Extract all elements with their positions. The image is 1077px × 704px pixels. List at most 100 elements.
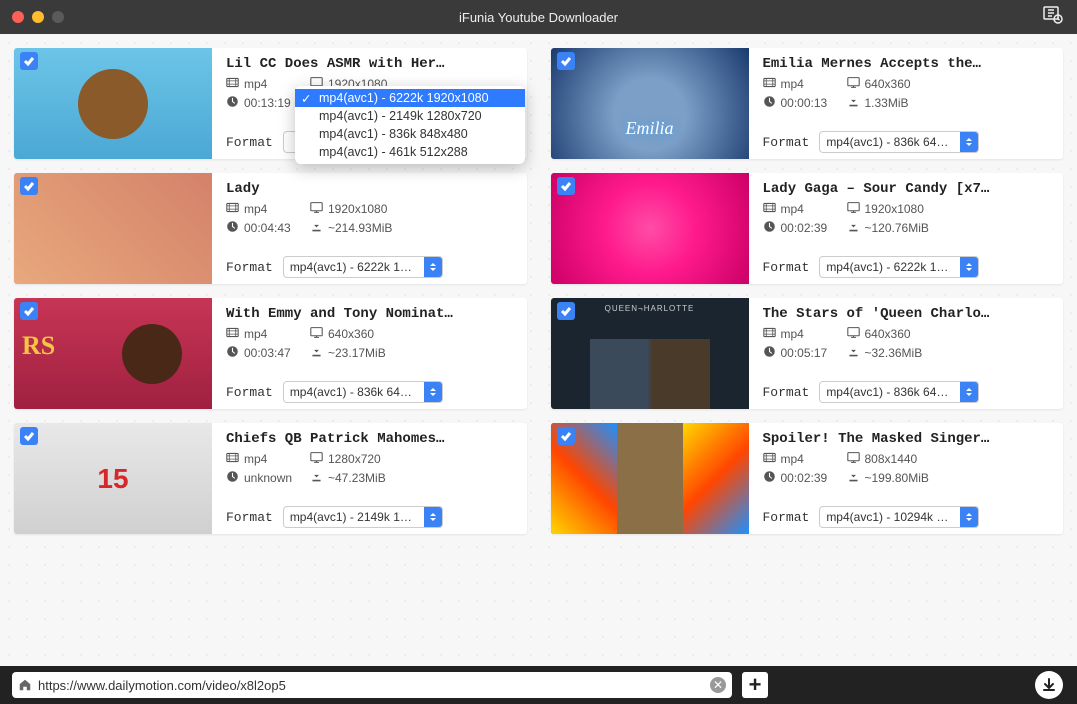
- format-select[interactable]: mp4(avc1) - 6222k 192…: [819, 256, 979, 278]
- format-select[interactable]: mp4(avc1) - 6222k 192…: [283, 256, 443, 278]
- video-title: Lil CC Does ASMR with Her…: [226, 56, 515, 72]
- chevron-updown-icon: [424, 257, 442, 277]
- resolution: 1920x1080: [847, 201, 1052, 217]
- resolution: 640x360: [310, 326, 515, 342]
- maximize-button[interactable]: [52, 11, 64, 23]
- minimize-button[interactable]: [32, 11, 44, 23]
- duration: 00:05:17: [763, 345, 847, 361]
- url-input[interactable]: https://www.dailymotion.com/video/x8l2op…: [12, 672, 732, 698]
- video-card: With Emmy and Tony Nominat…mp4640x36000:…: [14, 298, 527, 409]
- video-thumbnail[interactable]: [14, 48, 212, 159]
- format-dropdown-menu[interactable]: mp4(avc1) - 6222k 1920x1080mp4(avc1) - 2…: [295, 86, 525, 164]
- window-title: iFunia Youtube Downloader: [459, 10, 618, 25]
- video-thumbnail[interactable]: [551, 423, 749, 534]
- video-card: Spoiler! The Masked Singer…mp4808x144000…: [551, 423, 1064, 534]
- film-icon: [226, 76, 239, 92]
- select-checkbox[interactable]: [20, 302, 38, 320]
- video-title: Spoiler! The Masked Singer…: [763, 431, 1052, 447]
- chevron-updown-icon: [960, 132, 978, 152]
- video-title: Lady Gaga – Sour Candy [x7…: [763, 181, 1052, 197]
- clock-icon: [763, 220, 776, 236]
- screen-icon: [310, 201, 323, 217]
- film-icon: [763, 451, 776, 467]
- video-thumbnail[interactable]: [551, 173, 749, 284]
- format-select[interactable]: mp4(avc1) - 836k 640x…: [819, 131, 979, 153]
- video-card: Chiefs QB Patrick Mahomes… mp41280x720unk…: [14, 423, 527, 534]
- duration: unknown: [226, 470, 310, 486]
- format-option[interactable]: mp4(avc1) - 6222k 1920x1080: [295, 89, 525, 107]
- format-option[interactable]: mp4(avc1) - 836k 848x480: [295, 125, 525, 143]
- container-format: mp4: [763, 451, 847, 467]
- video-card: Ladymp41920x108000:04:43~214.93MiBFormat…: [14, 173, 527, 284]
- select-checkbox[interactable]: [20, 177, 38, 195]
- filesize: 1.33MiB: [847, 95, 1052, 111]
- film-icon: [226, 451, 239, 467]
- format-label: Format: [763, 385, 810, 400]
- video-card: Emilia Mernes Accepts the…mp4640x36000:0…: [551, 48, 1064, 159]
- video-title: Lady: [226, 181, 515, 197]
- container-format: mp4: [763, 326, 847, 342]
- select-checkbox[interactable]: [20, 427, 38, 445]
- resolution: 1280x720: [310, 451, 515, 467]
- video-card: Lady Gaga – Sour Candy [x7… mp41920x10800…: [551, 173, 1064, 284]
- film-icon: [226, 326, 239, 342]
- film-icon: [763, 326, 776, 342]
- clock-icon: [763, 345, 776, 361]
- video-thumbnail[interactable]: [14, 298, 212, 409]
- clock-icon: [226, 470, 239, 486]
- select-checkbox[interactable]: [557, 427, 575, 445]
- film-icon: [226, 201, 239, 217]
- download-icon: [310, 470, 323, 486]
- video-title: With Emmy and Tony Nominat…: [226, 306, 515, 322]
- filesize: ~120.76MiB: [847, 220, 1052, 236]
- screen-icon: [847, 76, 860, 92]
- duration: 00:00:13: [763, 95, 847, 111]
- duration: 00:02:39: [763, 470, 847, 486]
- download-button[interactable]: [1035, 671, 1063, 699]
- format-label: Format: [226, 385, 273, 400]
- format-label: Format: [226, 260, 273, 275]
- clock-icon: [763, 470, 776, 486]
- container-format: mp4: [763, 201, 847, 217]
- chevron-updown-icon: [960, 382, 978, 402]
- film-icon: [763, 76, 776, 92]
- video-thumbnail[interactable]: [551, 48, 749, 159]
- container-format: mp4: [226, 451, 310, 467]
- select-checkbox[interactable]: [557, 177, 575, 195]
- clock-icon: [763, 95, 776, 111]
- format-select[interactable]: mp4(avc1) - 2149k 128…: [283, 506, 443, 528]
- chevron-updown-icon: [424, 507, 442, 527]
- library-icon[interactable]: [1043, 6, 1063, 29]
- format-select[interactable]: mp4(avc1) - 836k 640x…: [283, 381, 443, 403]
- download-icon: [847, 345, 860, 361]
- add-button[interactable]: +: [742, 672, 768, 698]
- bottombar: https://www.dailymotion.com/video/x8l2op…: [0, 666, 1077, 704]
- chevron-updown-icon: [960, 507, 978, 527]
- select-checkbox[interactable]: [20, 52, 38, 70]
- format-select[interactable]: mp4(avc1) - 10294k 80…: [819, 506, 979, 528]
- format-option[interactable]: mp4(avc1) - 2149k 1280x720: [295, 107, 525, 125]
- filesize: ~32.36MiB: [847, 345, 1052, 361]
- format-option[interactable]: mp4(avc1) - 461k 512x288: [295, 143, 525, 161]
- screen-icon: [847, 326, 860, 342]
- chevron-updown-icon: [424, 382, 442, 402]
- clear-url-button[interactable]: ✕: [710, 677, 726, 693]
- video-thumbnail[interactable]: [14, 423, 212, 534]
- film-icon: [763, 201, 776, 217]
- filesize: ~199.80MiB: [847, 470, 1052, 486]
- format-label: Format: [226, 510, 273, 525]
- home-icon: [18, 678, 32, 692]
- format-select[interactable]: mp4(avc1) - 836k 640x…: [819, 381, 979, 403]
- video-thumbnail[interactable]: [551, 298, 749, 409]
- video-thumbnail[interactable]: [14, 173, 212, 284]
- duration: 00:02:39: [763, 220, 847, 236]
- select-checkbox[interactable]: [557, 302, 575, 320]
- close-button[interactable]: [12, 11, 24, 23]
- filesize: ~214.93MiB: [310, 220, 515, 236]
- resolution: 640x360: [847, 326, 1052, 342]
- chevron-updown-icon: [960, 257, 978, 277]
- resolution: 1920x1080: [310, 201, 515, 217]
- video-title: Chiefs QB Patrick Mahomes…: [226, 431, 515, 447]
- clock-icon: [226, 345, 239, 361]
- select-checkbox[interactable]: [557, 52, 575, 70]
